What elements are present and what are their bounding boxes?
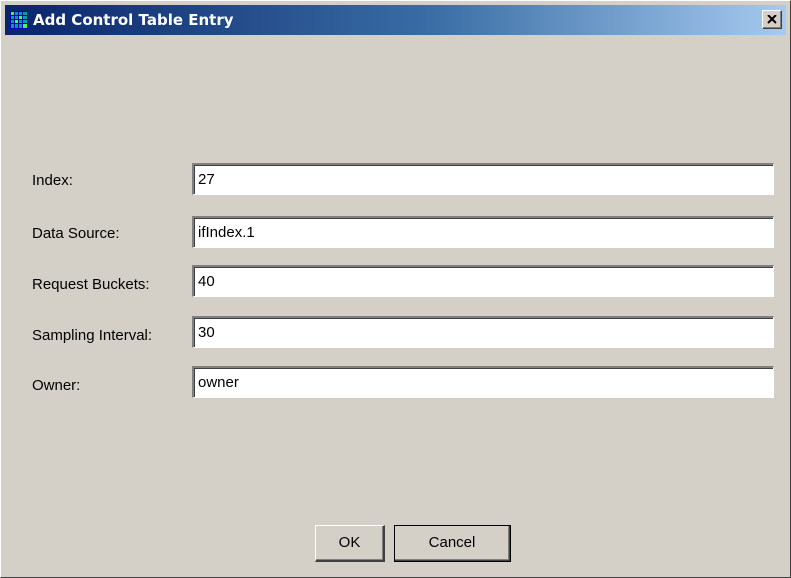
cancel-button[interactable]: Cancel (394, 525, 511, 562)
close-button[interactable] (762, 10, 782, 29)
index-label: Index: (32, 172, 73, 189)
owner-label: Owner: (32, 377, 81, 394)
request-buckets-label: Request Buckets: (32, 276, 150, 293)
title-bar[interactable]: Add Control Table Entry (5, 5, 786, 35)
sampling-interval-label: Sampling Interval: (32, 327, 153, 344)
index-input[interactable] (192, 163, 774, 195)
ok-button[interactable]: OK (315, 525, 385, 562)
request-buckets-input[interactable] (192, 265, 774, 297)
owner-input[interactable] (192, 366, 774, 398)
data-source-label: Data Source: (32, 225, 120, 242)
window-title: Add Control Table Entry (33, 11, 234, 29)
data-source-input[interactable] (192, 216, 774, 248)
sampling-interval-input[interactable] (192, 316, 774, 348)
close-icon (767, 15, 777, 24)
grid-icon (10, 11, 28, 29)
dialog-window: Add Control Table Entry Index: Data Sour… (0, 0, 791, 578)
